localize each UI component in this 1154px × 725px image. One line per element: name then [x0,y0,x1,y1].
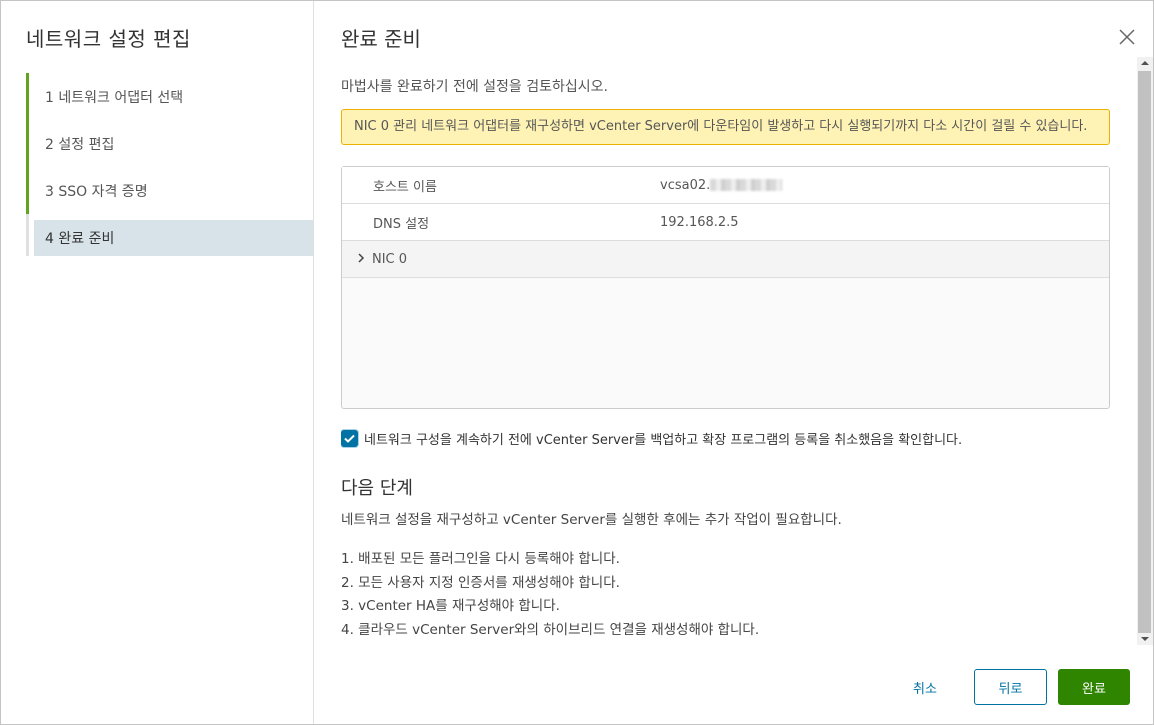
step-sso-credentials[interactable]: 3 SSO 자격 증명 [26,167,313,214]
finish-button[interactable]: 완료 [1058,669,1130,705]
next-steps-title: 다음 단계 [341,478,413,499]
step-ready-to-complete[interactable]: 4 완료 준비 [26,214,313,256]
summary-grid: 호스트 이름 vcsa02. DNS 설정 192.168.2.5 NIC 0 [341,166,1110,409]
dns-value: 192.168.2.5 [660,214,739,230]
list-item: 1. 배포된 모든 플러그인을 다시 등록해야 합니다. [341,551,620,567]
step-label: 2 설정 편집 [45,136,115,153]
wizard-title: 네트워크 설정 편집 [26,27,191,51]
intro-text: 마법사를 완료하기 전에 설정을 검토하십시오. [341,79,608,95]
table-row: 호스트 이름 vcsa02. [342,167,1109,204]
content-area: 마법사를 완료하기 전에 설정을 검토하십시오. NIC 0 관리 네트워크 어… [341,71,1110,643]
nic-label: NIC 0 [372,251,408,267]
wizard-sidenav: 네트워크 설정 편집 1 네트워크 어댑터 선택 2 설정 편집 3 SSO 자… [1,1,314,724]
host-name-value: vcsa02. [660,178,1109,193]
back-button[interactable]: 뒤로 [974,669,1047,705]
close-icon[interactable] [1117,27,1137,47]
step-select-adapter[interactable]: 1 네트워크 어댑터 선택 [26,73,313,120]
scrollbar-thumb[interactable] [1138,71,1151,633]
confirm-row: 네트워크 구성을 계속하기 전에 vCenter Server를 백업하고 확장… [341,429,1110,448]
edit-network-settings-dialog: 네트워크 설정 편집 1 네트워크 어댑터 선택 2 설정 편집 3 SSO 자… [0,0,1154,725]
cancel-button[interactable]: 취소 [887,669,963,705]
host-name-label: 호스트 이름 [373,179,437,195]
page-title: 완료 준비 [341,27,421,51]
scroll-up-icon[interactable] [1141,61,1149,65]
nic-expand-row[interactable]: NIC 0 [342,241,1109,278]
warning-alert: NIC 0 관리 네트워크 어댑터를 재구성하면 vCenter Server에… [341,109,1110,145]
content-scrollbar[interactable] [1137,57,1153,645]
step-label: 4 완료 준비 [45,231,115,247]
wizard-steps: 1 네트워크 어댑터 선택 2 설정 편집 3 SSO 자격 증명 4 완료 준… [26,73,313,256]
confirm-checkbox[interactable] [341,430,358,447]
step-label: 3 SSO 자격 증명 [45,183,148,200]
next-steps-list: 1. 배포된 모든 플러그인을 다시 등록해야 합니다. 2. 모든 사용자 지… [341,548,1110,642]
redacted-text [710,179,783,191]
next-steps-description: 네트워크 설정을 재구성하고 vCenter Server를 실행한 후에는 추… [341,512,842,528]
chevron-right-icon[interactable] [357,252,365,267]
list-item: 3. vCenter HA를 재구성해야 합니다. [341,598,560,614]
dns-label: DNS 설정 [373,216,430,232]
list-item: 4. 클라우드 vCenter Server와의 하이브리드 연결을 재생성해야… [341,621,760,638]
scroll-down-icon[interactable] [1141,637,1149,641]
step-edit-settings[interactable]: 2 설정 편집 [26,120,313,167]
table-row: DNS 설정 192.168.2.5 [342,204,1109,241]
step-label: 1 네트워크 어댑터 선택 [45,89,184,106]
list-item: 2. 모든 사용자 지정 인증서를 재생성해야 합니다. [341,574,620,591]
confirm-label[interactable]: 네트워크 구성을 계속하기 전에 vCenter Server를 백업하고 확장… [364,429,962,448]
wizard-main: 완료 준비 마법사를 완료하기 전에 설정을 검토하십시오. NIC 0 관리 … [314,1,1153,724]
